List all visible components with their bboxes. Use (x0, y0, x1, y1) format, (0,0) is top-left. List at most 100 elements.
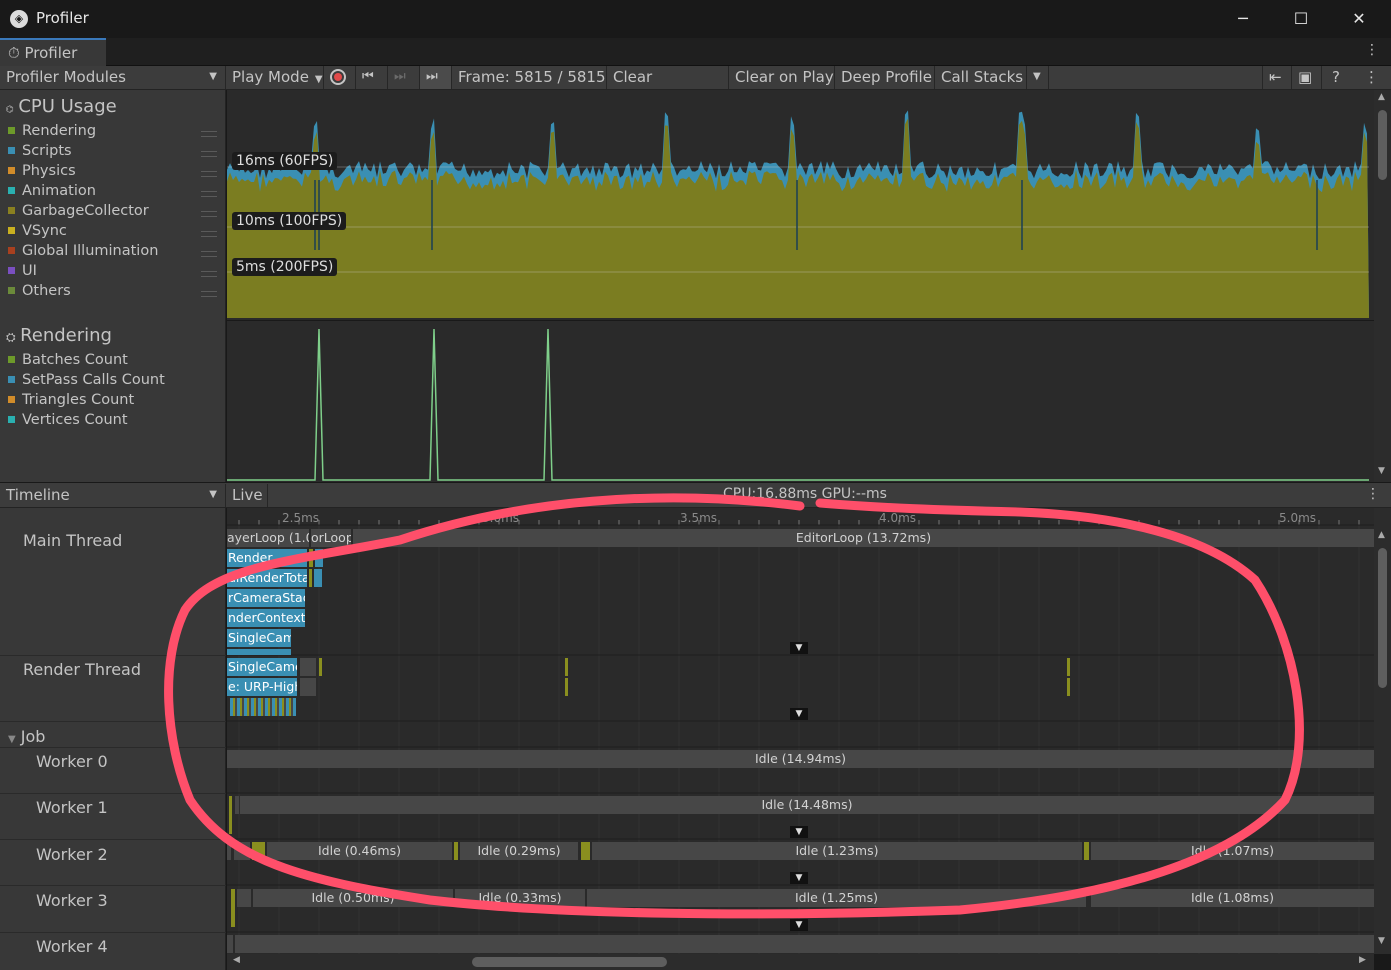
urp-sample[interactable] (227, 649, 291, 655)
worker-3-label: Worker 3 (36, 891, 108, 910)
scroll-right-icon[interactable]: ▶ (1359, 955, 1366, 965)
cpu-legend-item[interactable]: VSync (8, 223, 67, 239)
cpu-legend-item[interactable]: Rendering (8, 123, 96, 139)
timeline-vertical-scrollbar[interactable]: ▲ ▼ (1374, 508, 1391, 954)
call-stacks-button[interactable]: Call Stacks (935, 66, 1027, 89)
clear-button[interactable]: Clear (607, 66, 729, 89)
job-group-toggle[interactable]: ▼ Job (8, 727, 45, 746)
call-stacks-dropdown[interactable]: ▼ (1027, 66, 1049, 89)
scroll-up-icon[interactable]: ▲ (1378, 92, 1385, 102)
render-total-sample[interactable]: diRenderTota (227, 569, 307, 587)
modules-scrollbar-thumb[interactable] (1378, 110, 1387, 180)
worker-0-idle[interactable]: Idle (14.94ms) (227, 750, 1374, 768)
timeline-area[interactable]: 2.5ms 3.0ms 3.5ms 4.0ms 5.0ms ayerLoop (… (227, 508, 1374, 954)
maximize-button[interactable]: ☐ (1272, 0, 1330, 38)
scroll-down-icon[interactable]: ▼ (1378, 466, 1385, 476)
cpu-legend-item[interactable]: Physics (8, 163, 76, 179)
worker-3-idle-4[interactable]: Idle (1.08ms) (1091, 889, 1374, 907)
render-thread-small-samples[interactable] (230, 698, 296, 716)
worker-2-idle-4[interactable]: Idle (1.07ms) (1091, 842, 1374, 860)
rendering-legend-item[interactable]: Batches Count (8, 352, 128, 368)
expand-worker-3-icon[interactable]: ▼ (790, 919, 808, 931)
help-button[interactable]: ? (1326, 66, 1350, 89)
rendering-legend-item[interactable]: SetPass Calls Count (8, 372, 165, 388)
current-frame-button[interactable]: ⏭ (420, 66, 452, 89)
worker-2-idle-2[interactable]: Idle (0.29ms) (460, 842, 578, 860)
expand-render-thread-icon[interactable]: ▼ (790, 708, 808, 720)
chevron-down-icon: ▼ (314, 74, 323, 85)
reorder-handle-icon[interactable] (201, 191, 217, 197)
rendering-module-header[interactable]: ⛭ Rendering (6, 325, 112, 346)
worker-4-samples[interactable] (235, 935, 1374, 953)
rendering-chart[interactable] (227, 320, 1374, 482)
timeline-vertical-thumb[interactable] (1378, 548, 1387, 688)
rendering-legend-item[interactable]: Triangles Count (8, 392, 134, 408)
scroll-up-icon[interactable]: ▲ (1378, 530, 1385, 540)
first-frame-button[interactable]: ⏮ (356, 66, 388, 89)
legend-label: VSync (22, 223, 67, 239)
worker-1-idle[interactable]: Idle (14.48ms) (240, 796, 1374, 814)
reorder-handle-icon[interactable] (201, 231, 217, 237)
render-sample[interactable]: Render (227, 549, 307, 567)
reorder-handle-icon[interactable] (201, 171, 217, 177)
single-camera-sample[interactable]: SingleCame (227, 629, 291, 647)
next-frame-button[interactable]: ⏭ (388, 66, 420, 89)
worker-3-idle-3[interactable]: Idle (1.25ms) (587, 889, 1086, 907)
timeline-menu-icon[interactable]: ⋮ (1366, 486, 1380, 502)
timeline-horizontal-thumb[interactable] (472, 957, 667, 967)
camera-stack-sample[interactable]: rCameraStacl (227, 589, 305, 607)
timeline-horizontal-scrollbar[interactable]: ◀ ▶ (227, 954, 1374, 970)
reorder-handle-icon[interactable] (201, 251, 217, 257)
reorder-handle-icon[interactable] (201, 271, 217, 277)
chevron-down-icon: ▼ (209, 489, 217, 500)
cpu-legend-item[interactable]: Animation (8, 183, 96, 199)
cpu-usage-chart[interactable]: 16ms (60FPS) 10ms (100FPS) 5ms (200FPS) (227, 90, 1374, 320)
rendering-module-title: Rendering (20, 325, 112, 346)
record-button[interactable] (324, 66, 356, 89)
editor-loop-sample[interactable]: EditorLoop (13.72ms) (353, 529, 1374, 547)
cpu-legend-item[interactable]: GarbageCollector (8, 203, 149, 219)
chevron-down-icon: ▼ (209, 71, 217, 82)
expand-worker-1-icon[interactable]: ▼ (790, 826, 808, 838)
close-button[interactable]: ✕ (1330, 0, 1388, 38)
deep-profile-button[interactable]: Deep Profile (835, 66, 935, 89)
save-button[interactable]: ▣ (1292, 66, 1322, 89)
reorder-handle-icon[interactable] (201, 151, 217, 157)
profiler-modules-dropdown[interactable]: Profiler Modules ▼ (0, 66, 226, 89)
job-group-label: Job (20, 727, 46, 746)
worker-3-idle-2[interactable]: Idle (0.33ms) (455, 889, 585, 907)
render-single-camera-sample[interactable]: SingleCame (227, 658, 297, 676)
load-button[interactable]: ⇤ (1262, 66, 1292, 89)
reorder-handle-icon[interactable] (201, 291, 217, 297)
play-mode-label: Play Mode (232, 68, 309, 86)
scroll-down-icon[interactable]: ▼ (1378, 936, 1385, 946)
scroll-left-icon[interactable]: ◀ (233, 955, 240, 965)
tab-profiler[interactable]: ⏱ Profiler (0, 38, 106, 66)
more-menu-button[interactable]: ⋮ (1358, 66, 1382, 89)
expand-main-thread-icon[interactable]: ▼ (790, 642, 808, 654)
cpu-legend-item[interactable]: Global Illumination (8, 243, 158, 259)
render-context-sample[interactable]: nderContext.S (227, 609, 305, 627)
editor-loop-short-sample[interactable]: orLoop (0.0 (311, 529, 351, 547)
cpu-legend-item[interactable]: Scripts (8, 143, 72, 159)
modules-scrollbar[interactable]: ▲ ▼ (1374, 90, 1391, 482)
cpu-legend-item[interactable]: UI (8, 263, 37, 279)
worker-2-idle-1[interactable]: Idle (0.46ms) (267, 842, 452, 860)
tab-menu-icon[interactable]: ⋮ (1365, 42, 1379, 58)
rendering-legend-item[interactable]: Vertices Count (8, 412, 128, 428)
cpu-module-header[interactable]: ⌬ CPU Usage (6, 96, 117, 117)
worker-3-idle-1[interactable]: Idle (0.50ms) (253, 889, 453, 907)
reorder-handle-icon[interactable] (201, 131, 217, 137)
legend-swatch (8, 247, 15, 254)
cpu-legend-item[interactable]: Others (8, 283, 71, 299)
minimize-button[interactable]: ─ (1214, 0, 1272, 38)
player-loop-sample[interactable]: ayerLoop (1.08m (227, 529, 309, 547)
live-toggle[interactable]: Live (226, 484, 268, 507)
worker-2-idle-3[interactable]: Idle (1.23ms) (592, 842, 1082, 860)
render-urp-sample[interactable]: e: URP-High (227, 678, 297, 696)
view-dropdown[interactable]: Timeline ▼ (0, 484, 226, 507)
play-mode-dropdown[interactable]: Play Mode ▼ (226, 66, 324, 89)
expand-worker-2-icon[interactable]: ▼ (790, 872, 808, 884)
clear-on-play-button[interactable]: Clear on Play (729, 66, 835, 89)
reorder-handle-icon[interactable] (201, 211, 217, 217)
